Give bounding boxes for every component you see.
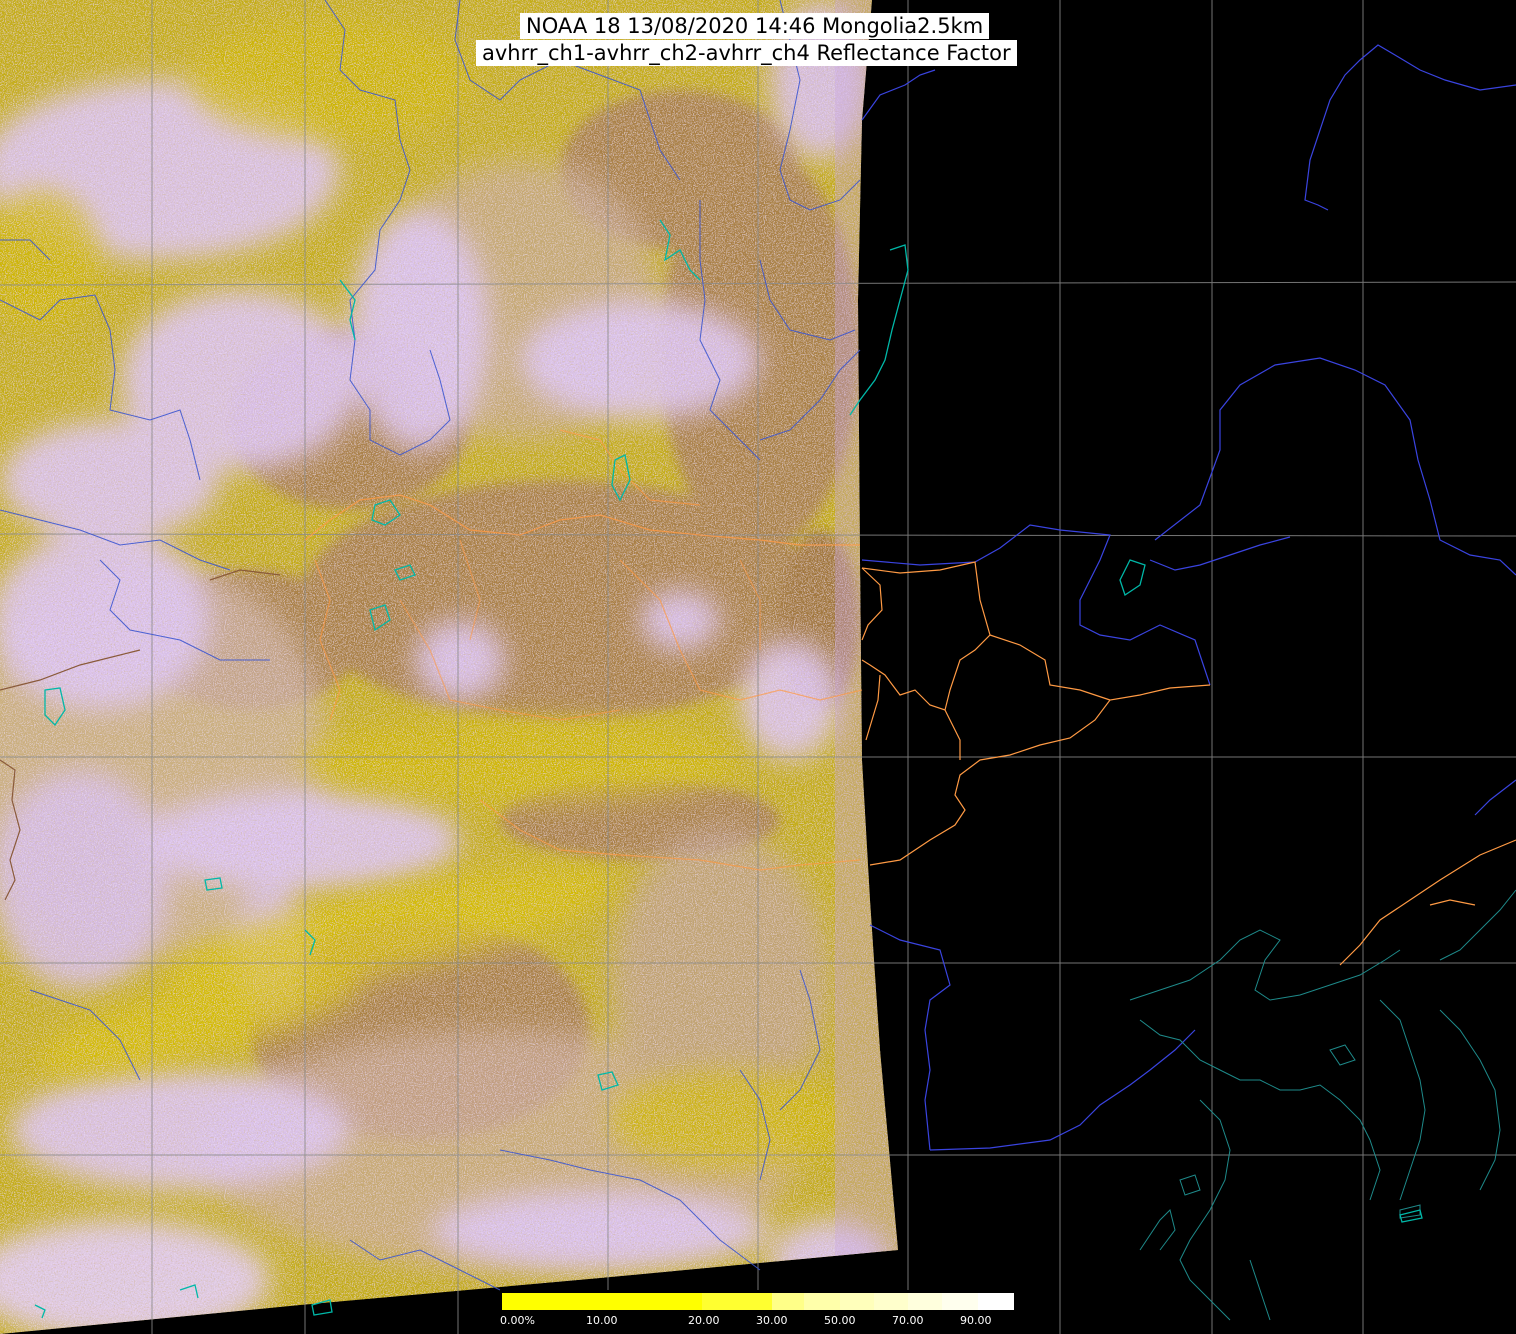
- colorbar-segment: [702, 1293, 772, 1310]
- satellite-swath: [0, 0, 898, 1334]
- colorbar-segment: [502, 1293, 702, 1310]
- satellite-map-view: NOAA 18 13/08/2020 14:46 Mongolia2.5km a…: [0, 0, 1516, 1334]
- colorbar-segment: [978, 1293, 1014, 1310]
- colorbar-label: 50.00: [824, 1314, 856, 1327]
- colorbar-segment: [908, 1293, 942, 1310]
- colorbar-gradient: [502, 1293, 1014, 1310]
- colorbar-label: 70.00: [892, 1314, 924, 1327]
- colorbar-segment: [840, 1293, 874, 1310]
- colorbar-label: 90.00: [960, 1314, 992, 1327]
- colorbar-segment: [874, 1293, 908, 1310]
- colorbar-segment: [804, 1293, 840, 1310]
- colorbar-label: 20.00: [688, 1314, 720, 1327]
- colorbar-label: 30.00: [756, 1314, 788, 1327]
- map-canvas: [0, 0, 1516, 1334]
- coastlines: [1129, 889, 1516, 1321]
- map-title-line-1: NOAA 18 13/08/2020 14:46 Mongolia2.5km: [520, 13, 990, 39]
- colorbar-legend: 0.00% 10.00 20.00 30.00 50.00 70.00 90.0…: [500, 1290, 1016, 1334]
- map-title-line-2: avhrr_ch1-avhrr_ch2-avhrr_ch4 Reflectanc…: [476, 40, 1017, 66]
- colorbar-label: 10.00: [586, 1314, 618, 1327]
- colorbar-segment: [772, 1293, 804, 1310]
- colorbar-segment: [942, 1293, 978, 1310]
- colorbar-label: 0.00%: [500, 1314, 535, 1327]
- country-borders: [861, 44, 1516, 1151]
